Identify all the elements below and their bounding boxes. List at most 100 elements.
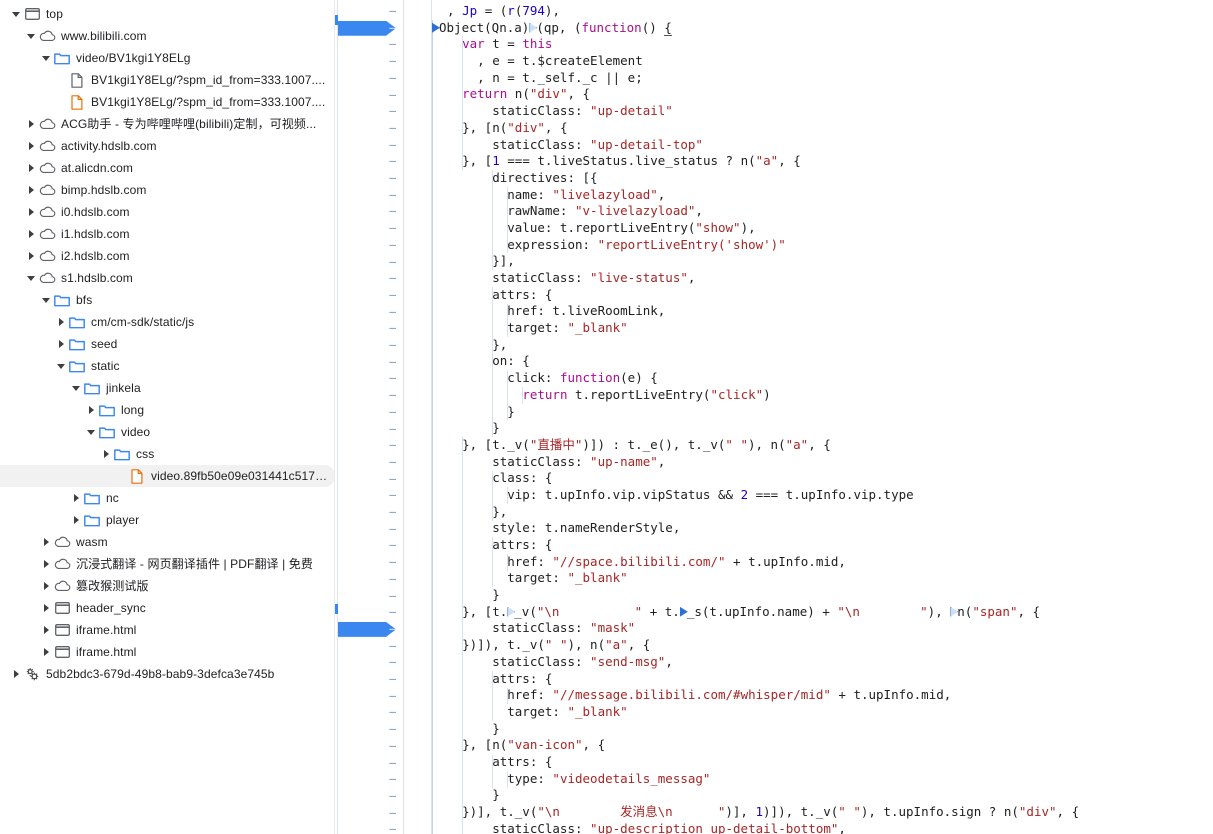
gutter-line[interactable]: —	[338, 704, 404, 721]
gutter-line[interactable]: —	[338, 187, 404, 204]
gutter-line[interactable]: —	[338, 287, 404, 304]
code-line[interactable]: href: "//space.bilibili.com/" + t.upInfo…	[432, 554, 1213, 571]
code-line[interactable]: vip: t.upInfo.vip.vipStatus && 2 === t.u…	[432, 487, 1213, 504]
tree-item[interactable]: i0.hdslb.com	[0, 201, 334, 223]
tree-item[interactable]: nc	[0, 487, 334, 509]
gutter-line[interactable]: —	[338, 337, 404, 354]
gutter-line[interactable]: —	[338, 571, 404, 588]
code-line[interactable]: , Jp = (r(794),	[432, 3, 1213, 20]
gutter-line[interactable]: —	[338, 521, 404, 538]
gutter-line[interactable]: —	[338, 404, 404, 421]
code-line[interactable]: on: {	[432, 353, 1213, 370]
source-editor-pane[interactable]: — — — — — — — — — — — — — — — — — — — — — — — — — — — — — — — — — — — — — — — —…	[338, 0, 1213, 834]
gutter-line[interactable]: —	[338, 721, 404, 738]
code-line[interactable]: attrs: {	[432, 754, 1213, 771]
tree-item[interactable]: i2.hdslb.com	[0, 245, 334, 267]
tree-item[interactable]: www.bilibili.com	[0, 25, 334, 47]
chevron-right-icon[interactable]	[25, 223, 37, 245]
code-line[interactable]: }	[432, 721, 1213, 738]
chevron-down-icon[interactable]	[70, 377, 82, 399]
code-line[interactable]: }],	[432, 253, 1213, 270]
gutter-line[interactable]: —	[338, 87, 404, 104]
code-line[interactable]: directives: [{	[432, 170, 1213, 187]
code-line[interactable]: }, [n("van-icon", {	[432, 737, 1213, 754]
tree-item[interactable]: iframe.html	[0, 619, 334, 641]
code-line[interactable]: return n("div", {	[432, 86, 1213, 103]
code-line[interactable]: return t.reportLiveEntry("click")	[432, 387, 1213, 404]
gutter-line[interactable]: —	[338, 120, 404, 137]
code-line[interactable]: })]), t._v(" "), n("a", {	[432, 637, 1213, 654]
code-line[interactable]: attrs: {	[432, 537, 1213, 554]
code-line[interactable]: expression: "reportLiveEntry('show')"	[432, 237, 1213, 254]
gutter-line[interactable]: —	[338, 688, 404, 705]
tree-item[interactable]: activity.hdslb.com	[0, 135, 334, 157]
code-line[interactable]: target: "_blank"	[432, 704, 1213, 721]
gutter-line[interactable]: —	[338, 220, 404, 237]
chevron-down-icon[interactable]	[25, 25, 37, 47]
tree-item[interactable]: BV1kgi1Y8ELg/?spm_id_from=333.1007....	[0, 69, 334, 91]
code-line[interactable]: Object(Qn.a) (qp, (function() {	[432, 19, 1213, 37]
chevron-down-icon[interactable]	[25, 267, 37, 289]
chevron-right-icon[interactable]	[25, 245, 37, 267]
tree-item[interactable]: top	[0, 3, 334, 25]
gutter-line[interactable]: —	[338, 621, 404, 638]
tree-item[interactable]: bimp.hdslb.com	[0, 179, 334, 201]
chevron-right-icon[interactable]	[40, 641, 52, 663]
gutter-line[interactable]: —	[338, 504, 404, 521]
gutter-line[interactable]: —	[338, 554, 404, 571]
chevron-right-icon[interactable]	[10, 663, 22, 685]
gutter-line[interactable]: —	[338, 821, 404, 834]
code-line[interactable]: class: {	[432, 470, 1213, 487]
tree-item[interactable]: 5db2bdc3-679d-49b8-bab9-3defca3e745b	[0, 663, 334, 685]
code-line[interactable]: rawName: "v-livelazyload",	[432, 203, 1213, 220]
code-line[interactable]: staticClass: "mask"	[432, 620, 1213, 637]
code-line[interactable]: value: t.reportLiveEntry("show"),	[432, 220, 1213, 237]
gutter-line[interactable]: —	[338, 387, 404, 404]
gutter-line[interactable]: —	[338, 354, 404, 371]
tree-item[interactable]: cm/cm-sdk/static/js	[0, 311, 334, 333]
tree-item[interactable]: at.alicdn.com	[0, 157, 334, 179]
file-tree[interactable]: top www.bilibili.com video/BV1kgi1Y8ELg BV1…	[0, 0, 334, 685]
chevron-right-icon[interactable]	[25, 135, 37, 157]
code-line[interactable]: target: "_blank"	[432, 320, 1213, 337]
gutter-line[interactable]: —	[338, 755, 404, 772]
gutter-line[interactable]: —	[338, 738, 404, 755]
breakpoint-marker[interactable]	[338, 621, 396, 637]
code-line[interactable]: staticClass: "send-msg",	[432, 654, 1213, 671]
tree-item[interactable]: jinkela	[0, 377, 334, 399]
tree-item[interactable]: BV1kgi1Y8ELg/?spm_id_from=333.1007....	[0, 91, 334, 113]
tree-item[interactable]: bfs	[0, 289, 334, 311]
gutter-line[interactable]: —	[338, 805, 404, 822]
tree-item[interactable]: wasm	[0, 531, 334, 553]
gutter-line[interactable]: —	[338, 237, 404, 254]
chevron-right-icon[interactable]	[25, 157, 37, 179]
chevron-right-icon[interactable]	[25, 201, 37, 223]
code-line[interactable]: }, [1 === t.liveStatus.live_status ? n("…	[432, 153, 1213, 170]
gutter-line[interactable]: —	[338, 103, 404, 120]
gutter-line[interactable]: —	[338, 437, 404, 454]
tree-item[interactable]: video.89fb50e09e031441c517743...	[0, 465, 334, 487]
code-line[interactable]: attrs: {	[432, 671, 1213, 688]
gutter-line[interactable]: —	[338, 788, 404, 805]
editor-code-content[interactable]: , Jp = (r(794), Object(Qn.a) (qp, (functio…	[432, 0, 1213, 834]
gutter-line[interactable]: —	[338, 170, 404, 187]
gutter-line[interactable]: —	[338, 270, 404, 287]
breakpoint-marker[interactable]	[338, 20, 396, 36]
gutter-line[interactable]: —	[338, 320, 404, 337]
gutter-line[interactable]: —	[338, 304, 404, 321]
code-line[interactable]: staticClass: "up-detail"	[432, 103, 1213, 120]
gutter-line[interactable]: —	[338, 537, 404, 554]
code-line[interactable]: attrs: {	[432, 287, 1213, 304]
tree-item[interactable]: long	[0, 399, 334, 421]
gutter-line[interactable]: —	[338, 153, 404, 170]
code-line[interactable]: },	[432, 504, 1213, 521]
chevron-right-icon[interactable]	[55, 333, 67, 355]
chevron-right-icon[interactable]	[25, 113, 37, 135]
chevron-down-icon[interactable]	[40, 47, 52, 69]
gutter-line[interactable]: —	[338, 487, 404, 504]
code-line[interactable]: }, [t. _v("\n " + t. _s(t.upInfo.name) + "…	[432, 604, 1213, 621]
code-line[interactable]: , e = t.$createElement	[432, 53, 1213, 70]
gutter-line[interactable]: —	[338, 20, 404, 37]
tree-item[interactable]: i1.hdslb.com	[0, 223, 334, 245]
gutter-line[interactable]: —	[338, 471, 404, 488]
